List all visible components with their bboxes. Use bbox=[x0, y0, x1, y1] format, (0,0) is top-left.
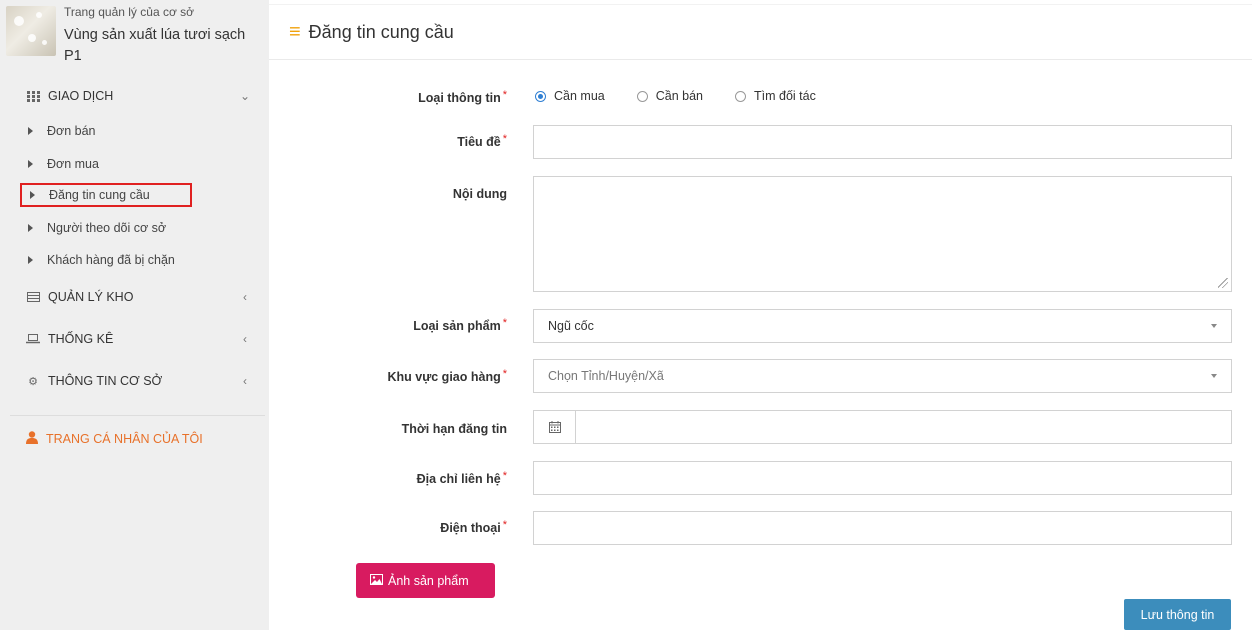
sidebar-item-buy-orders[interactable]: Đơn mua bbox=[28, 154, 99, 174]
chevron-down-icon: ⌄ bbox=[239, 89, 251, 103]
page-title: Đăng tin cung cầu bbox=[308, 21, 454, 42]
sidebar-item-label: Người theo dõi cơ sở bbox=[47, 221, 167, 235]
menu-personal-page[interactable]: TRANG CÁ NHÂN CỦA TÔI bbox=[26, 431, 203, 447]
page-header: ≡ Đăng tin cung cầu bbox=[269, 4, 1252, 60]
info-type-radio-group: Cần mua Cần bán Tìm đối tác bbox=[535, 89, 848, 103]
sidebar-item-label: Đăng tin cung cầu bbox=[49, 188, 150, 202]
menu-info[interactable]: ⚙ THÔNG TIN CƠ SỞ ‹ bbox=[26, 371, 251, 391]
radio-need-sell[interactable]: Cần bán bbox=[636, 89, 703, 103]
product-photo-button[interactable]: Ảnh sản phẩm bbox=[356, 563, 495, 598]
duration-label-cell: Thời hạn đăng tin bbox=[329, 422, 507, 440]
content-label-cell: Nội dung bbox=[329, 187, 507, 205]
info-type-label-cell: Loại thông tin * bbox=[329, 89, 507, 109]
sidebar-item-label: Khách hàng đã bị chặn bbox=[47, 253, 175, 267]
duration-label: Thời hạn đăng tin bbox=[401, 422, 507, 436]
phone-input[interactable] bbox=[533, 511, 1232, 545]
menu-transactions[interactable]: GIAO DỊCH ⌄ bbox=[26, 86, 251, 106]
title-input[interactable] bbox=[533, 125, 1232, 159]
profile-subtitle: Trang quản lý của cơ sở bbox=[64, 5, 195, 19]
caret-right-icon bbox=[28, 127, 33, 135]
sidebar-item-blocked-customers[interactable]: Khách hàng đã bị chặn bbox=[28, 250, 175, 270]
grid-icon bbox=[26, 90, 40, 102]
sidebar-item-followers[interactable]: Người theo dõi cơ sở bbox=[28, 218, 166, 238]
caret-right-icon bbox=[28, 256, 33, 264]
save-button[interactable]: Lưu thông tin bbox=[1124, 599, 1231, 630]
menu-transactions-label: GIAO DỊCH bbox=[48, 89, 114, 103]
sidebar-item-label: Đơn mua bbox=[47, 157, 99, 171]
menu-personal-label: TRANG CÁ NHÂN CỦA TÔI bbox=[46, 432, 203, 446]
menu-warehouse[interactable]: QUẢN LÝ KHO ‹ bbox=[26, 287, 251, 307]
profile-name[interactable]: Vùng sản xuất lúa tươi sạch P1 bbox=[64, 25, 254, 67]
main-content: ≡ Đăng tin cung cầu Loại thông tin * Cần … bbox=[269, 0, 1252, 630]
title-label: Tiêu đề * bbox=[457, 133, 507, 149]
phone-label-cell: Điện thoại * bbox=[329, 519, 507, 539]
phone-label: Điện thoại * bbox=[440, 519, 507, 535]
content-textarea[interactable] bbox=[533, 176, 1232, 292]
radio-need-buy[interactable]: Cần mua bbox=[535, 89, 605, 103]
image-icon bbox=[370, 573, 383, 588]
caret-right-icon bbox=[28, 224, 33, 232]
resize-handle[interactable] bbox=[1218, 278, 1228, 288]
chevron-left-icon: ‹ bbox=[243, 332, 247, 346]
chevron-left-icon: ‹ bbox=[243, 290, 247, 304]
product-type-label: Loại sản phẩm * bbox=[413, 317, 507, 333]
caret-right-icon bbox=[28, 160, 33, 168]
address-label-cell: Địa chỉ liên hệ * bbox=[329, 470, 507, 490]
product-type-select[interactable]: Ngũ cốc bbox=[533, 309, 1232, 343]
caret-down-icon bbox=[1211, 374, 1217, 378]
title-label-cell: Tiêu đề * bbox=[329, 133, 507, 153]
gears-icon: ⚙ bbox=[28, 375, 38, 388]
address-label: Địa chỉ liên hệ * bbox=[416, 470, 507, 486]
content-label: Nội dung bbox=[452, 187, 507, 201]
menu-info-label: THÔNG TIN CƠ SỞ bbox=[48, 374, 163, 388]
menu-warehouse-label: QUẢN LÝ KHO bbox=[48, 290, 134, 304]
sidebar-divider bbox=[10, 415, 265, 416]
sidebar-item-supply-demand[interactable]: Đăng tin cung cầu bbox=[20, 183, 192, 207]
user-icon bbox=[26, 431, 38, 447]
radio-find-partner[interactable]: Tìm đối tác bbox=[735, 89, 816, 103]
menu-stats-label: THỐNG KÊ bbox=[48, 332, 114, 346]
delivery-area-label: Khu vực giao hàng * bbox=[387, 368, 507, 384]
chevron-left-icon: ‹ bbox=[243, 374, 247, 388]
info-type-label: Loại thông tin * bbox=[418, 89, 507, 105]
product-type-value: Ngũ cốc bbox=[548, 319, 594, 333]
sidebar-item-sell-orders[interactable]: Đơn bán bbox=[28, 121, 96, 141]
delivery-area-select[interactable]: Chọn Tỉnh/Huyện/Xã bbox=[533, 359, 1232, 393]
profile-block: Trang quản lý của cơ sở Vùng sản xuất lú… bbox=[0, 0, 269, 78]
product-photo-label: Ảnh sản phẩm bbox=[388, 573, 469, 588]
delivery-area-label-cell: Khu vực giao hàng * bbox=[329, 368, 507, 388]
laptop-icon bbox=[26, 333, 40, 345]
sidebar-item-label: Đơn bán bbox=[47, 124, 96, 138]
menu-stats[interactable]: THỐNG KÊ ‹ bbox=[26, 329, 251, 349]
sidebar: Trang quản lý của cơ sở Vùng sản xuất lú… bbox=[0, 0, 269, 630]
delivery-area-placeholder: Chọn Tỉnh/Huyện/Xã bbox=[548, 369, 664, 383]
caret-down-icon bbox=[1211, 324, 1217, 328]
product-type-label-cell: Loại sản phẩm * bbox=[329, 317, 507, 337]
table-icon bbox=[26, 291, 40, 303]
caret-right-icon bbox=[30, 191, 35, 199]
calendar-icon[interactable] bbox=[534, 411, 576, 443]
duration-date-input[interactable] bbox=[533, 410, 1232, 444]
address-input[interactable] bbox=[533, 461, 1232, 495]
avatar bbox=[6, 6, 56, 56]
bars-icon: ≡ bbox=[289, 21, 301, 43]
